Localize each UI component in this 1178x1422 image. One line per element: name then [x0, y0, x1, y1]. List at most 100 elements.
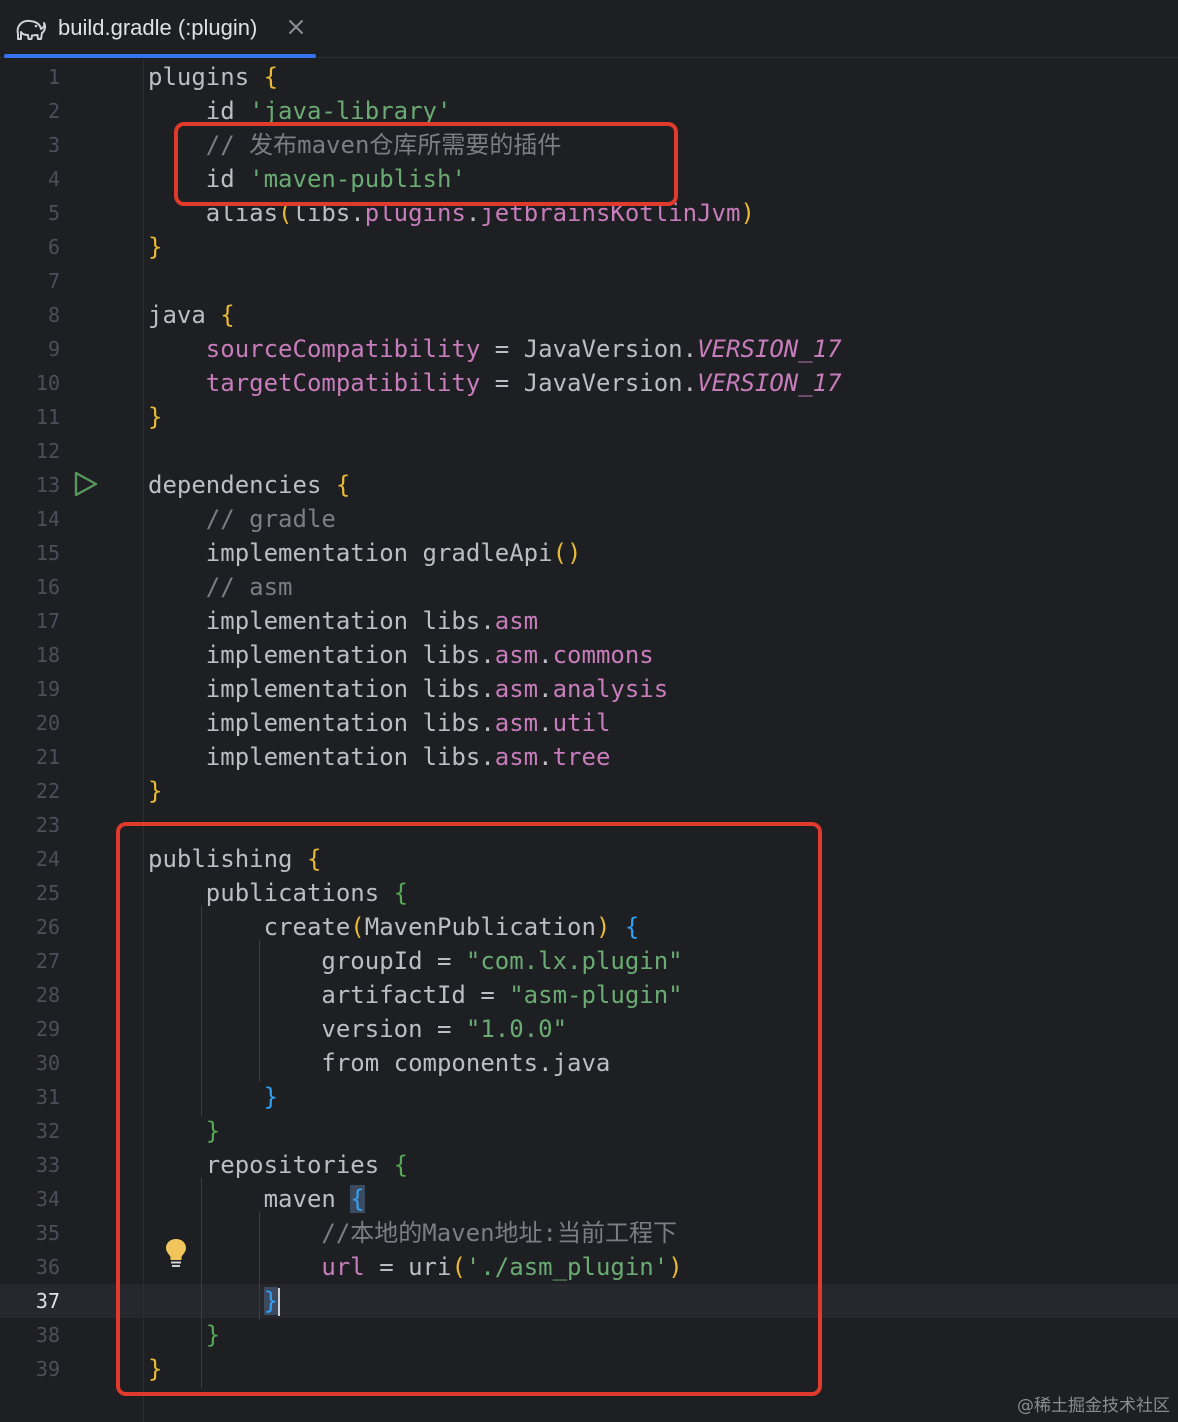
code-token: implementation libs. [148, 675, 495, 703]
code-token: implementation libs. [148, 709, 495, 737]
code-line[interactable]: 9 sourceCompatibility = JavaVersion.VERS… [0, 332, 1178, 366]
code-line[interactable]: 22} [0, 774, 1178, 808]
code-token: util [552, 709, 611, 737]
code-token: { [220, 301, 235, 329]
line-number: 35 [35, 1221, 60, 1245]
code-token: VERSION_17 [697, 369, 842, 397]
line-number: 37 [35, 1289, 60, 1313]
code-line[interactable]: 17 implementation libs.asm [0, 604, 1178, 638]
code-line[interactable]: 18 implementation libs.asm.commons [0, 638, 1178, 672]
code-line[interactable]: 21 implementation libs.asm.tree [0, 740, 1178, 774]
code-line[interactable]: 13 dependencies { [0, 468, 1178, 502]
code-token: asm [494, 709, 539, 737]
code-text: plugins { [148, 60, 278, 94]
line-number: 28 [35, 983, 60, 1007]
close-icon[interactable] [285, 16, 307, 38]
line-number: 16 [35, 575, 60, 599]
code-line[interactable]: 14 // gradle [0, 502, 1178, 536]
code-text: implementation libs.asm [148, 604, 538, 638]
code-token: id [148, 97, 250, 125]
code-token: } [148, 777, 163, 805]
code-token: ) [740, 199, 755, 227]
code-token: implementation gradleApi [148, 539, 553, 567]
line-number: 5 [47, 201, 60, 225]
line-number: 1 [47, 65, 60, 89]
highlight-box-maven-publish [174, 122, 678, 206]
editor-tab-bar: build.gradle (:plugin) [0, 0, 1178, 58]
line-number: 24 [35, 847, 60, 871]
code-token: { [335, 471, 351, 499]
tab-title: build.gradle (:plugin) [58, 15, 258, 40]
code-text: } [148, 774, 162, 808]
code-token: . [538, 709, 553, 737]
code-line[interactable]: 11} [0, 400, 1178, 434]
line-number: 11 [35, 405, 60, 429]
line-number: 14 [35, 507, 60, 531]
line-number: 36 [35, 1255, 60, 1279]
line-number: 21 [35, 745, 60, 769]
code-text: dependencies { [148, 468, 350, 502]
line-number: 17 [35, 609, 60, 633]
code-line[interactable]: 20 implementation libs.asm.util [0, 706, 1178, 740]
code-token: targetCompatibility [205, 369, 481, 397]
code-token: 'java-library' [249, 97, 452, 125]
line-number: 3 [47, 133, 60, 157]
line-number: 15 [35, 541, 60, 565]
code-token: plugins [148, 63, 264, 91]
code-line[interactable]: 10 targetCompatibility = JavaVersion.VER… [0, 366, 1178, 400]
code-token: implementation libs. [148, 607, 495, 635]
code-token: java [148, 301, 221, 329]
code-text: } [148, 230, 162, 264]
run-gutter-icon[interactable] [72, 470, 100, 498]
line-number: 4 [47, 167, 60, 191]
code-token: } [148, 403, 163, 431]
line-number: 12 [35, 439, 60, 463]
code-token: implementation libs. [148, 743, 495, 771]
code-line[interactable]: 12 [0, 434, 1178, 468]
code-token: dependencies [148, 471, 336, 499]
code-token: () [552, 539, 582, 567]
line-number: 19 [35, 677, 60, 701]
code-token: asm [494, 743, 539, 771]
line-number: 20 [35, 711, 60, 735]
code-token: = JavaVersion. [480, 369, 698, 397]
line-number: 39 [35, 1357, 60, 1381]
code-token: asm [494, 675, 539, 703]
line-number: 23 [35, 813, 60, 837]
code-token: . [538, 743, 553, 771]
code-token: asm [494, 641, 539, 669]
active-tab-indicator [4, 54, 316, 58]
highlight-box-publishing [116, 822, 822, 1396]
line-number: 38 [35, 1323, 60, 1347]
code-token: VERSION_17 [697, 335, 842, 363]
code-line[interactable]: 19 implementation libs.asm.analysis [0, 672, 1178, 706]
code-text: implementation gradleApi() [148, 536, 582, 570]
code-line[interactable]: 16 // asm [0, 570, 1178, 604]
code-token: // gradle [148, 505, 336, 533]
code-token: implementation libs. [148, 641, 495, 669]
code-text: // gradle [148, 502, 336, 536]
line-number: 27 [35, 949, 60, 973]
code-token: tree [552, 743, 611, 771]
code-line[interactable]: 8 java { [0, 298, 1178, 332]
code-token: = JavaVersion. [480, 335, 698, 363]
gradle-elephant-icon [12, 14, 48, 44]
line-number: 26 [35, 915, 60, 939]
code-token: { [263, 63, 279, 91]
code-token: commons [552, 641, 654, 669]
code-token: sourceCompatibility [205, 335, 481, 363]
code-text: implementation libs.asm.tree [148, 740, 611, 774]
code-line[interactable]: 1 plugins { [0, 60, 1178, 94]
code-line[interactable]: 15 implementation gradleApi() [0, 536, 1178, 570]
code-line[interactable]: 6} [0, 230, 1178, 264]
code-token: analysis [552, 675, 669, 703]
tab-build-gradle[interactable]: build.gradle (:plugin) [4, 0, 316, 58]
line-number: 32 [35, 1119, 60, 1143]
code-line[interactable]: 7 [0, 264, 1178, 298]
code-text: // asm [148, 570, 293, 604]
line-number: 18 [35, 643, 60, 667]
line-number: 9 [47, 337, 60, 361]
code-text: java { [148, 298, 235, 332]
